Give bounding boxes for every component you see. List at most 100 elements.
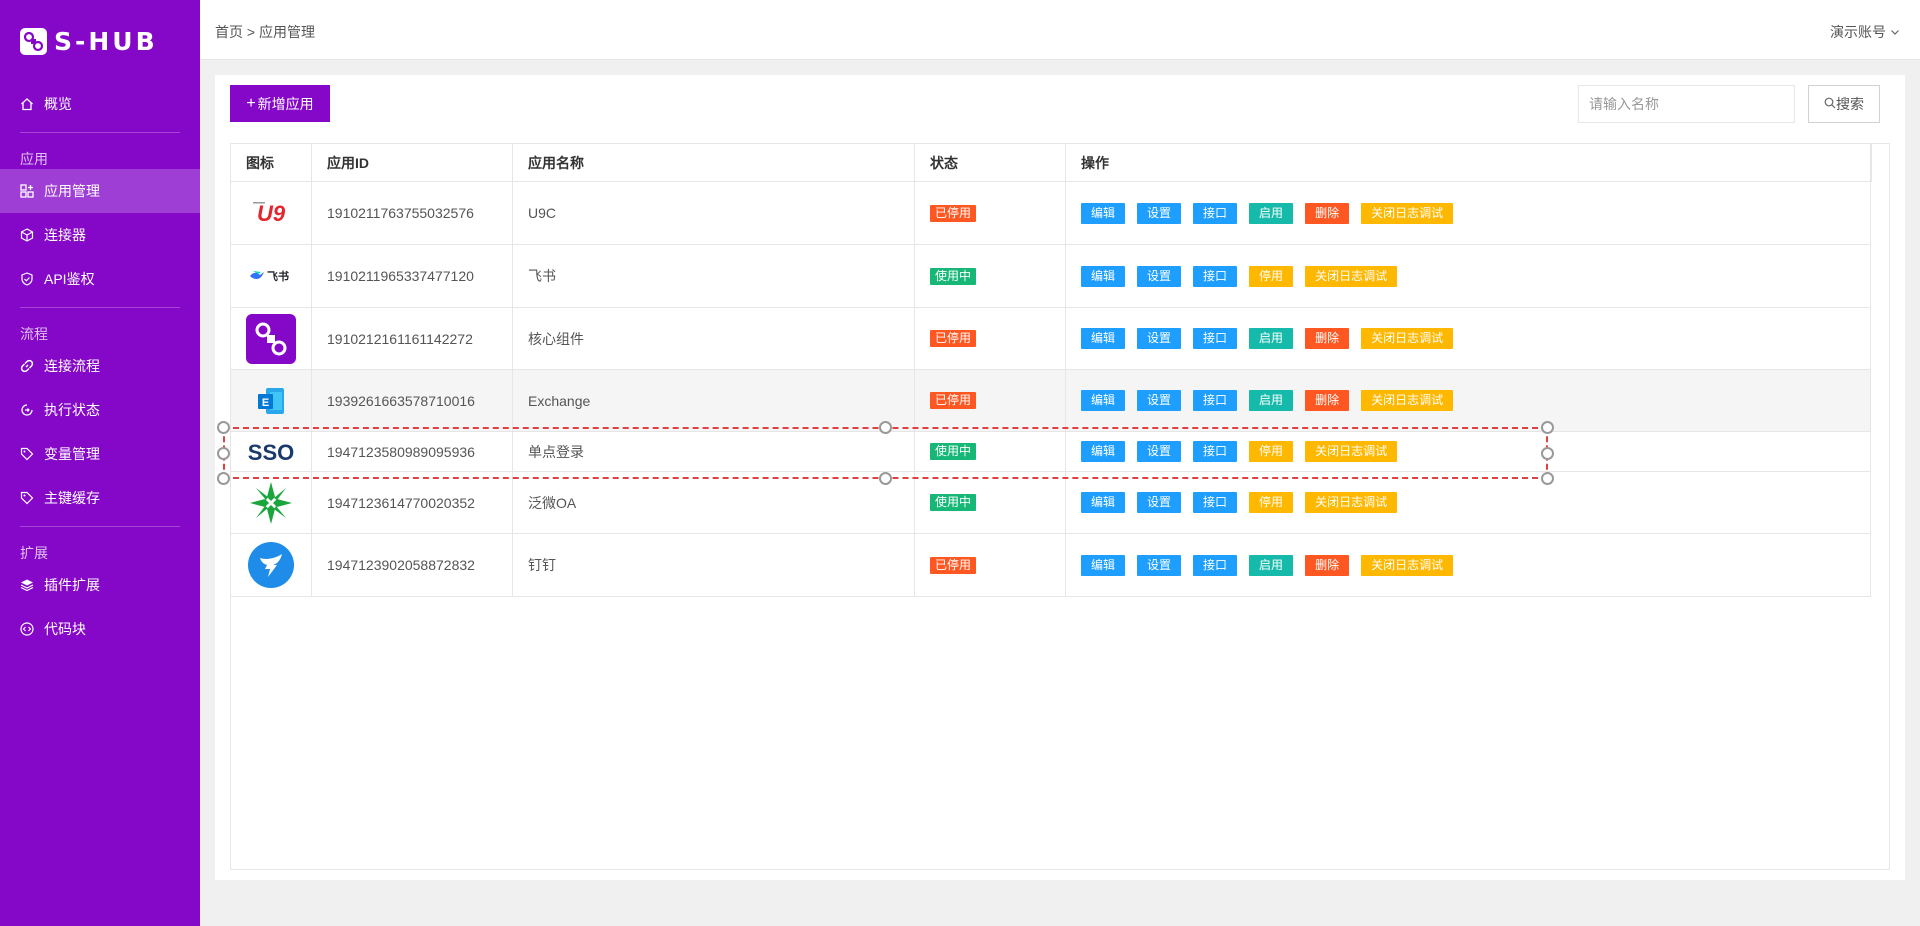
disable-log-debug-button[interactable]: 关闭日志调试 [1305, 492, 1398, 513]
settings-button[interactable]: 设置 [1137, 265, 1182, 287]
app-id: 1939261663578710016 [312, 370, 513, 431]
dingtalk-logo-icon [246, 540, 296, 590]
status-badge: 已停用 [930, 204, 977, 222]
actions-cell: 编辑 设置 接口 停用 关闭日志调试 [1066, 245, 1871, 307]
interface-button[interactable]: 接口 [1193, 554, 1238, 576]
sidebar-item-label: 概览 [44, 96, 72, 112]
status-cell: 已停用 [915, 534, 1066, 596]
enable-button[interactable]: 启用 [1249, 328, 1294, 349]
add-app-button[interactable]: + 新增应用 [230, 85, 330, 122]
sidebar-item-connector[interactable]: 连接器 [0, 213, 200, 257]
disable-button[interactable]: 停用 [1249, 441, 1294, 462]
add-app-label: 新增应用 [257, 95, 314, 112]
column-header-icon: 图标 [231, 144, 312, 182]
sidebar-item-variables[interactable]: 变量管理 [0, 432, 200, 476]
disable-log-debug-button[interactable]: 关闭日志调试 [1305, 441, 1398, 462]
account-name: 演示账号 [1830, 24, 1886, 40]
sidebar-item-label: 执行状态 [44, 402, 100, 418]
disable-log-debug-button[interactable]: 关闭日志调试 [1361, 202, 1454, 224]
sidebar-item-overview[interactable]: 概览 [0, 82, 200, 126]
search-input[interactable] [1578, 85, 1795, 123]
interface-button[interactable]: 接口 [1193, 441, 1238, 462]
edit-button[interactable]: 编辑 [1081, 390, 1126, 411]
app-name: 核心组件 [513, 308, 915, 369]
sidebar-item-label: 连接器 [44, 227, 86, 243]
edit-button[interactable]: 编辑 [1081, 441, 1126, 462]
app-table: 图标 应用ID 应用名称 状态 操作 U9 191021176375503257… [230, 143, 1890, 870]
feishu-logo-icon: 飞书 [246, 251, 296, 301]
delete-button[interactable]: 删除 [1305, 390, 1350, 411]
enable-button[interactable]: 启用 [1249, 202, 1294, 224]
edit-button[interactable]: 编辑 [1081, 492, 1126, 513]
disable-log-debug-button[interactable]: 关闭日志调试 [1305, 265, 1398, 287]
sso-logo-text: SSO [248, 440, 294, 465]
tag-icon [20, 447, 34, 461]
icon-cell: U9 [231, 182, 312, 244]
enable-button[interactable]: 启用 [1249, 554, 1294, 576]
settings-button[interactable]: 设置 [1137, 441, 1182, 462]
account-menu[interactable]: 演示账号 [1830, 22, 1900, 42]
delete-button[interactable]: 删除 [1305, 328, 1350, 349]
enable-button[interactable]: 启用 [1249, 390, 1294, 411]
delete-button[interactable]: 删除 [1305, 202, 1350, 224]
edit-button[interactable]: 编辑 [1081, 265, 1126, 287]
interface-button[interactable]: 接口 [1193, 265, 1238, 287]
sidebar-item-label: 应用管理 [44, 183, 100, 199]
sidebar-item-key-cache[interactable]: 主键缓存 [0, 476, 200, 520]
table-row[interactable]: U9 1910211763755032576 U9C 已停用 编辑 设置 接口 … [231, 182, 1871, 245]
edit-button[interactable]: 编辑 [1081, 328, 1126, 349]
table-row[interactable]: 1910212161161142272 核心组件 已停用 编辑 设置 接口 启用… [231, 308, 1871, 370]
disable-log-debug-button[interactable]: 关闭日志调试 [1361, 328, 1454, 349]
interface-button[interactable]: 接口 [1193, 492, 1238, 513]
table-row[interactable]: 1947123902058872832 钉钉 已停用 编辑 设置 接口 启用 删… [231, 534, 1871, 597]
disable-log-debug-button[interactable]: 关闭日志调试 [1361, 554, 1454, 576]
interface-button[interactable]: 接口 [1193, 390, 1238, 411]
app-name: 泛微OA [513, 472, 915, 533]
edit-button[interactable]: 编辑 [1081, 554, 1126, 576]
status-cell: 已停用 [915, 308, 1066, 369]
table-row[interactable]: 飞书 1910211965337477120 飞书 使用中 编辑 设置 接口 停… [231, 245, 1871, 308]
column-header-id: 应用ID [312, 144, 513, 182]
app-name: U9C [513, 182, 915, 244]
settings-button[interactable]: 设置 [1137, 202, 1182, 224]
status-cell: 使用中 [915, 432, 1066, 471]
breadcrumb[interactable]: 首页 > 应用管理 [215, 22, 315, 42]
sso-logo-icon: SSO [246, 433, 296, 471]
u9-logo-icon: U9 [246, 188, 296, 238]
logo-mark-icon [20, 27, 47, 55]
status-badge: 使用中 [930, 494, 977, 511]
sidebar-item-api-auth[interactable]: API鉴权 [0, 257, 200, 301]
actions-cell: 编辑 设置 接口 启用 删除 关闭日志调试 [1066, 182, 1871, 244]
sidebar-item-exec-status[interactable]: 执行状态 [0, 388, 200, 432]
logo[interactable]: S-HUB [0, 0, 200, 82]
status-badge: 使用中 [930, 267, 977, 285]
table-row[interactable]: 1947123614770020352 泛微OA 使用中 编辑 设置 接口 停用… [231, 472, 1871, 534]
interface-button[interactable]: 接口 [1193, 202, 1238, 224]
icon-cell [231, 308, 312, 369]
sidebar-item-code-block[interactable]: 代码块 [0, 607, 200, 651]
icon-cell: 飞书 [231, 245, 312, 307]
app-name: 钉钉 [513, 534, 915, 596]
sidebar-item-plugins[interactable]: 插件扩展 [0, 563, 200, 607]
table-row[interactable]: SSO 1947123580989095936 单点登录 使用中 编辑 设置 接… [231, 432, 1871, 472]
interface-button[interactable]: 接口 [1193, 328, 1238, 349]
delete-button[interactable]: 删除 [1305, 554, 1350, 576]
sidebar-item-connect-flow[interactable]: 连接流程 [0, 344, 200, 388]
column-header-actions: 操作 [1066, 144, 1871, 182]
sidebar-item-app-management[interactable]: 应用管理 [0, 169, 200, 213]
status-cell: 使用中 [915, 245, 1066, 307]
edit-button[interactable]: 编辑 [1081, 202, 1126, 224]
settings-button[interactable]: 设置 [1137, 492, 1182, 513]
table-row[interactable]: E 1939261663578710016 Exchange 已停用 编辑 设置… [231, 370, 1871, 432]
app-id: 1910212161161142272 [312, 308, 513, 369]
settings-button[interactable]: 设置 [1137, 328, 1182, 349]
disable-log-debug-button[interactable]: 关闭日志调试 [1361, 390, 1454, 411]
search-button[interactable]: 搜索 [1808, 85, 1880, 123]
disable-button[interactable]: 停用 [1249, 492, 1294, 513]
settings-button[interactable]: 设置 [1137, 390, 1182, 411]
settings-button[interactable]: 设置 [1137, 554, 1182, 576]
disable-button[interactable]: 停用 [1249, 265, 1294, 287]
status-badge: 已停用 [930, 392, 977, 409]
feishu-logo-text: 飞书 [267, 269, 289, 283]
app-id: 1910211763755032576 [312, 182, 513, 244]
